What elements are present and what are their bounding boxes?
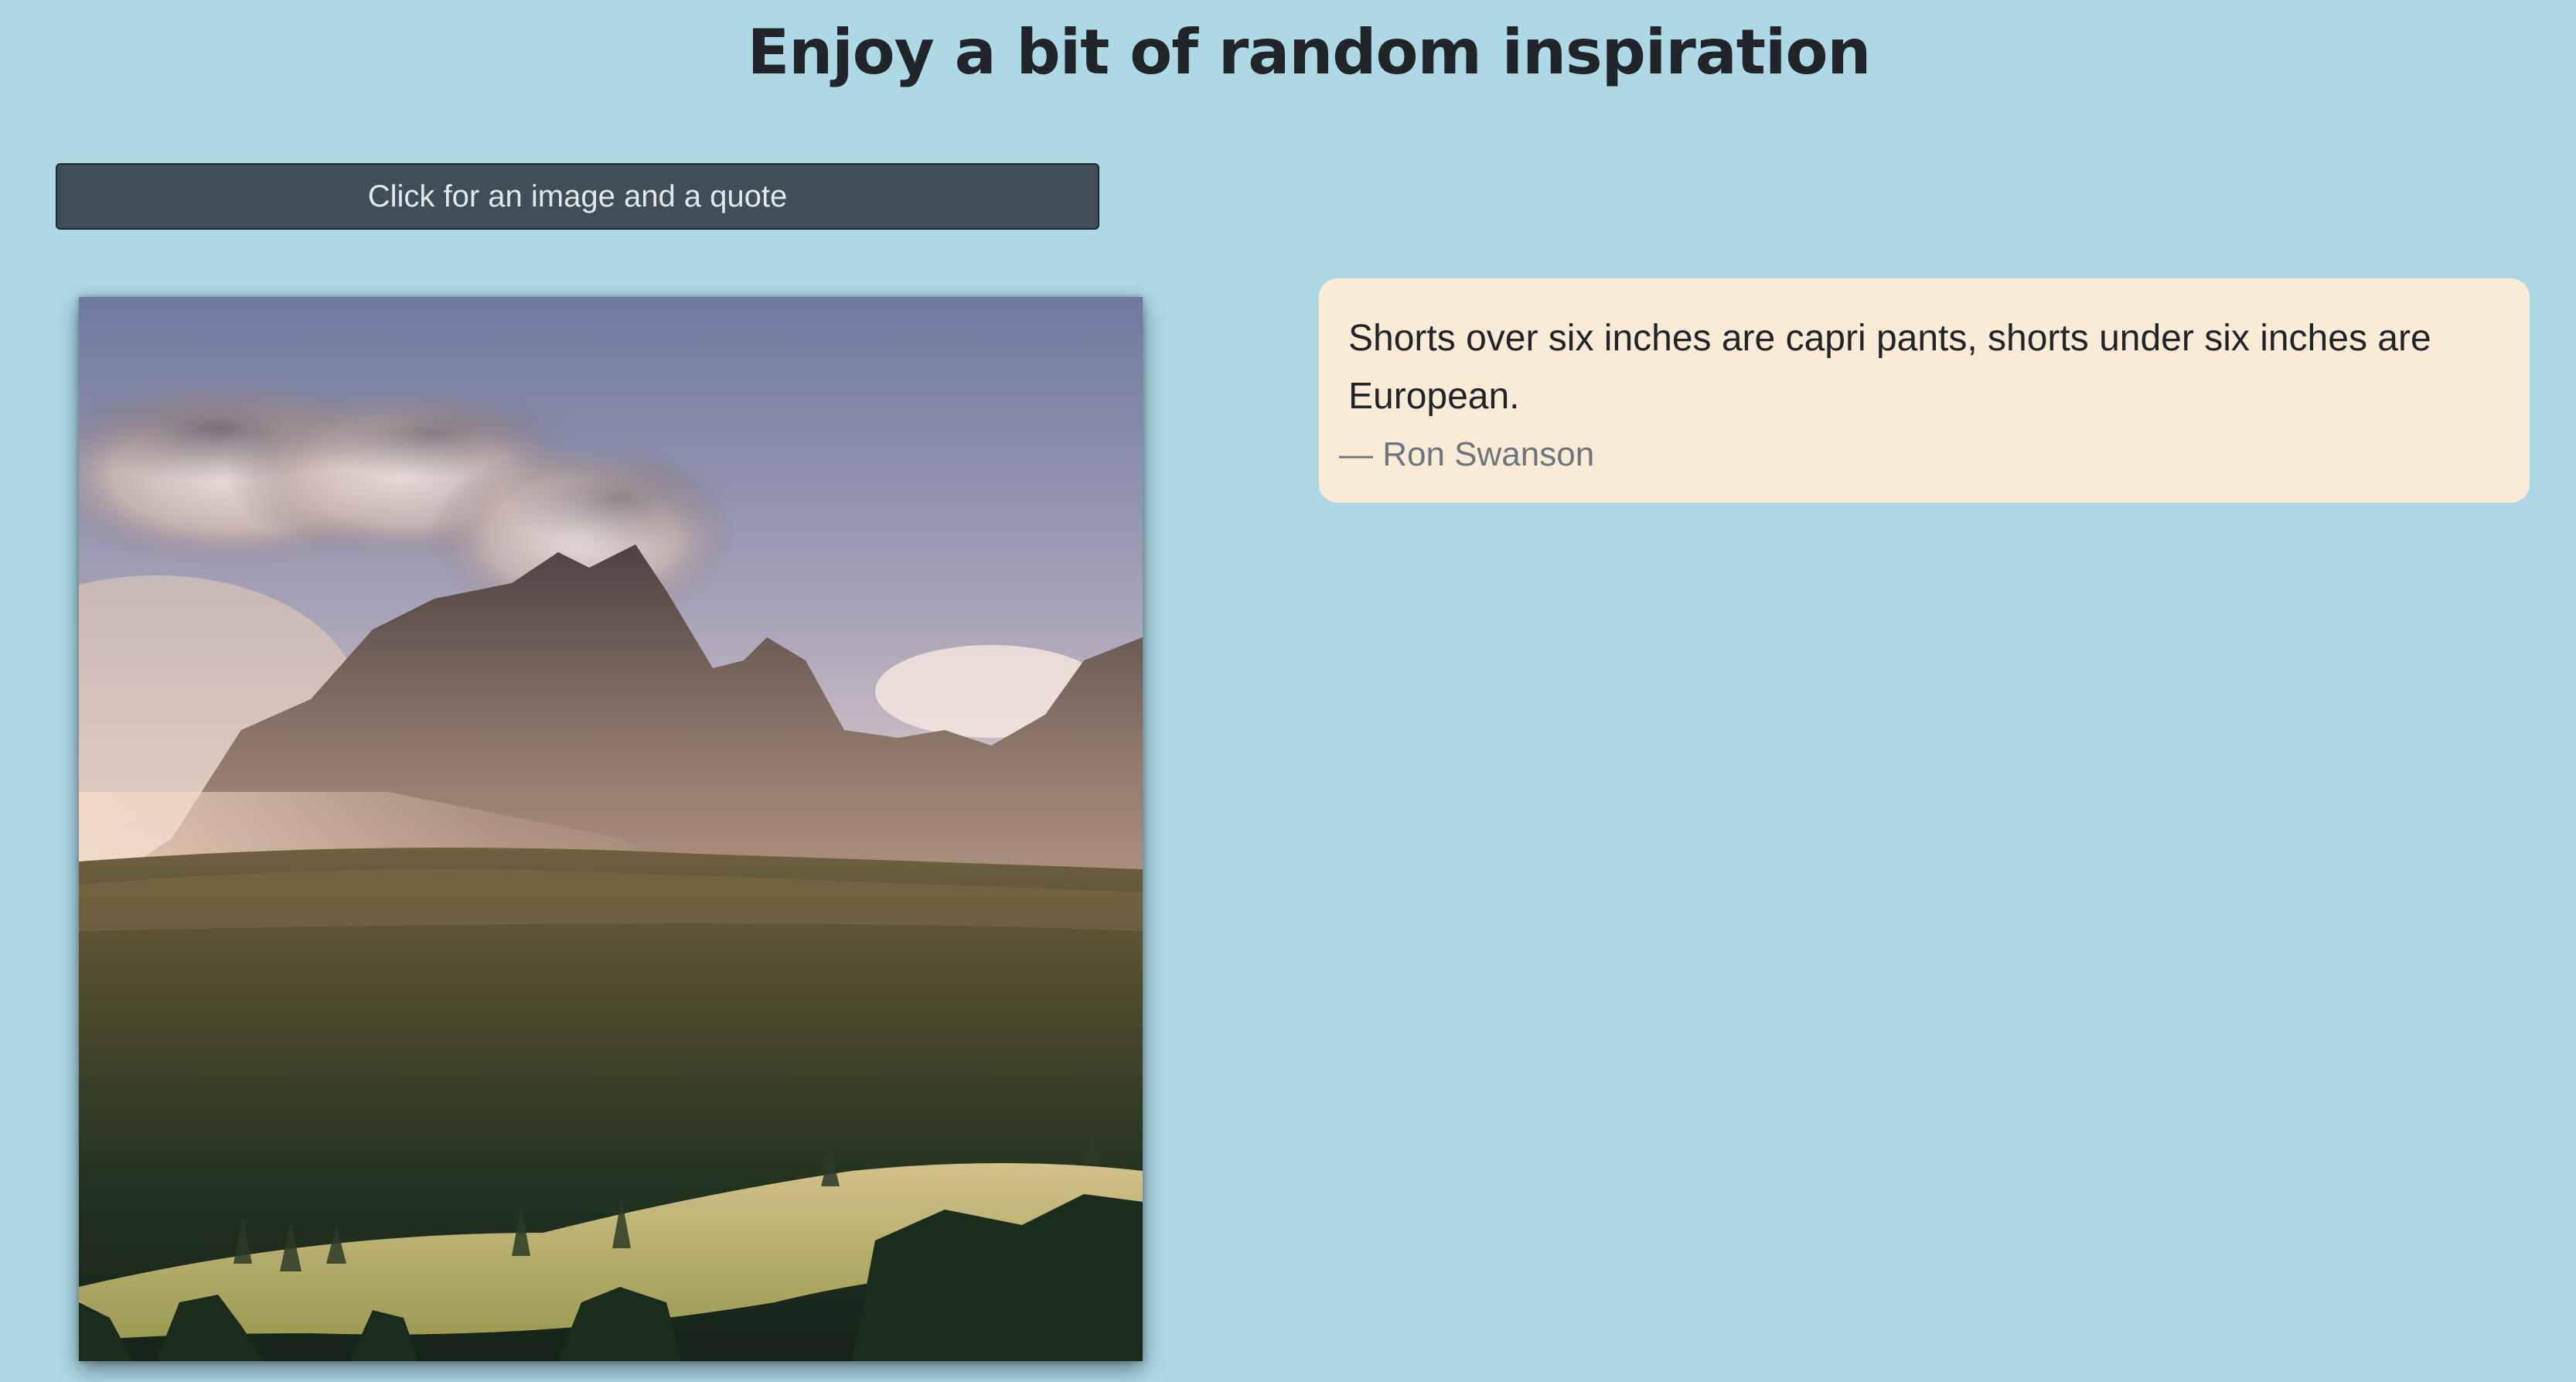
random-image xyxy=(79,297,1143,1361)
random-inspiration-button[interactable]: Click for an image and a quote xyxy=(56,163,1099,230)
quote-text: Shorts over six inches are capri pants, … xyxy=(1348,318,2431,417)
quote-card: Shorts over six inches are capri pants, … xyxy=(1319,278,2530,503)
quote-author: — Ron Swanson xyxy=(1339,435,1595,473)
landscape-image xyxy=(79,297,1143,1361)
page-title: Enjoy a bit of random inspiration xyxy=(747,16,1872,88)
